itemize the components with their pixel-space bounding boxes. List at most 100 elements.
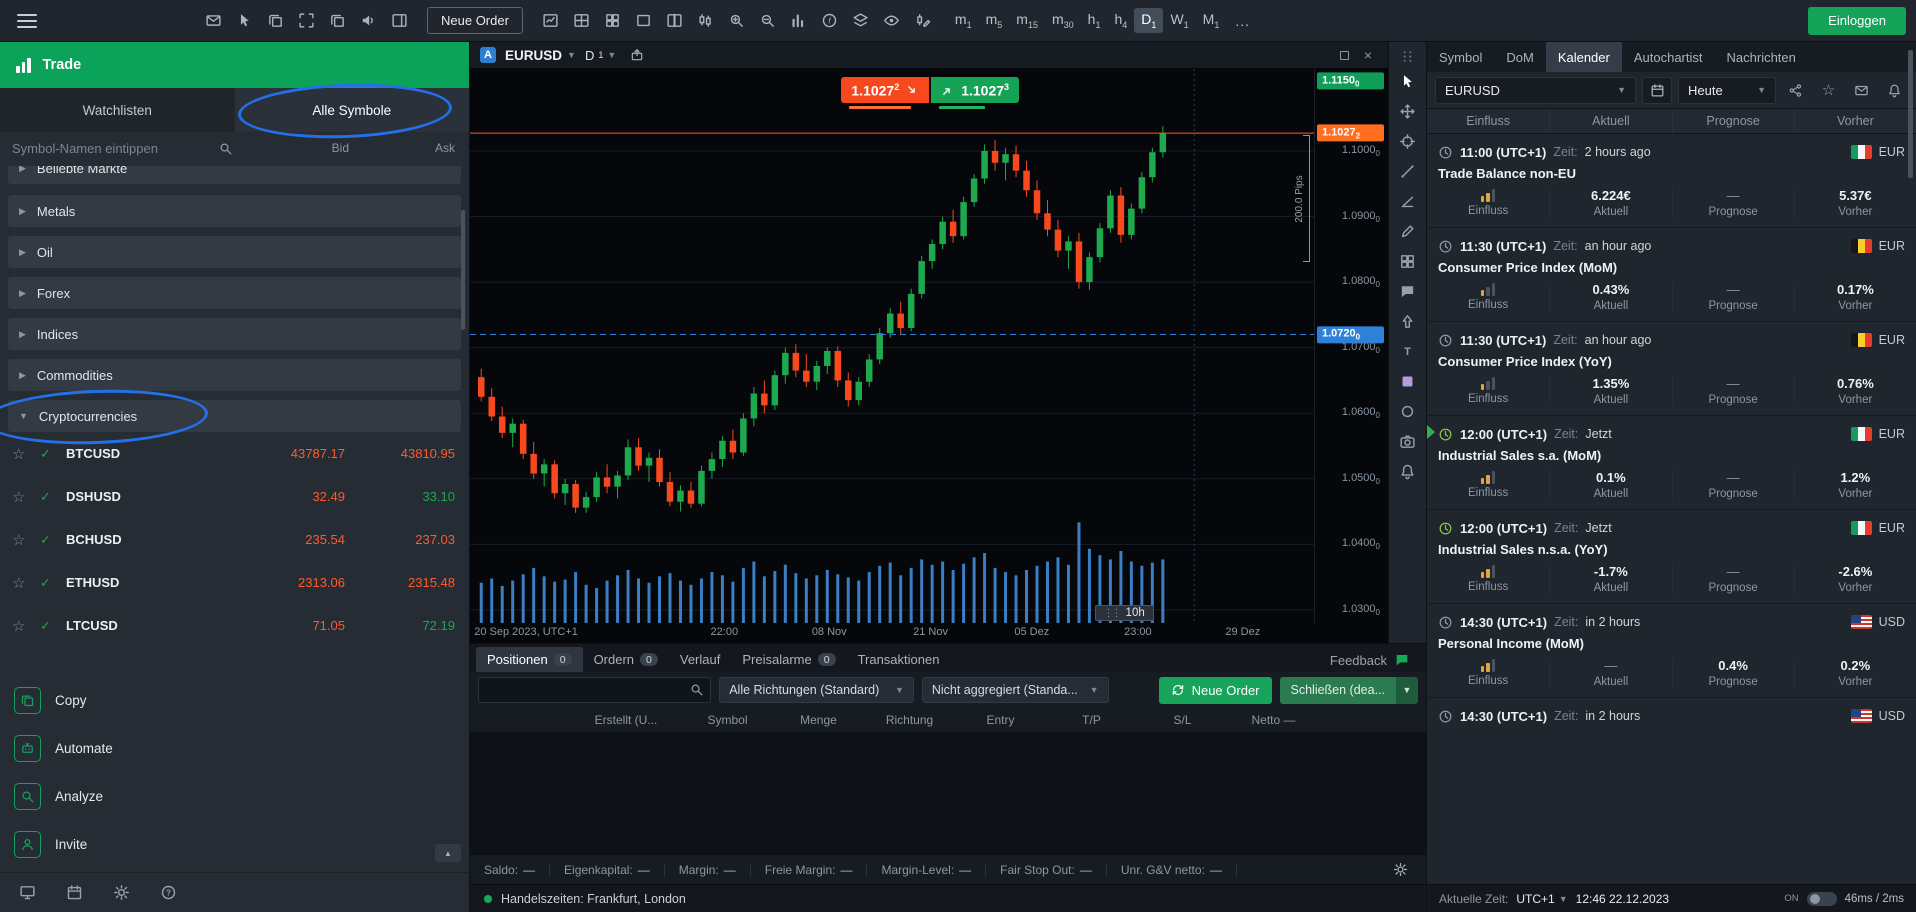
category-oil[interactable]: ▶ Oil <box>8 236 461 268</box>
tab-nachrichten[interactable]: Nachrichten <box>1715 42 1808 72</box>
symbol-row-btcusd[interactable]: ☆ ✓ BTCUSD 43787.17 43810.95 <box>0 432 469 475</box>
ask-price[interactable]: 43810.95 <box>355 446 455 461</box>
bid-price[interactable]: 32.49 <box>235 489 345 504</box>
timezone-select[interactable]: UTC+1▼ <box>1516 892 1567 906</box>
zoom-out-icon[interactable] <box>752 6 783 36</box>
split-view-icon[interactable] <box>659 6 690 36</box>
subscribe-mail-icon[interactable] <box>1848 77 1875 104</box>
tab-ordern[interactable]: Ordern0 <box>583 647 669 672</box>
tab-positionen[interactable]: Positionen0 <box>476 647 583 672</box>
sell-button[interactable]: 1.10272 <box>841 77 929 103</box>
close-chart-icon[interactable]: × <box>1358 47 1378 63</box>
symbol-search-input[interactable] <box>12 141 212 156</box>
tab-verlauf[interactable]: Verlauf <box>669 647 731 672</box>
ask-price[interactable]: 2315.48 <box>355 575 455 590</box>
calendar-event[interactable]: 14:30 (UTC+1) Zeit: in 2 hours USD <box>1427 698 1916 744</box>
price-axis[interactable]: 1.100001.090001.080001.070001.060001.050… <box>1314 69 1388 623</box>
feedback-button[interactable]: Feedback <box>1320 652 1420 672</box>
visibility-icon[interactable] <box>876 6 907 36</box>
alert-tool-icon[interactable] <box>1393 457 1423 486</box>
price-chart[interactable]: 1.10272 1.10273 200.0 Pips ⋮⋮10h <box>470 69 1314 623</box>
connection-toggle[interactable] <box>1807 892 1837 906</box>
tab-kalender[interactable]: Kalender <box>1546 42 1622 72</box>
move-tool-icon[interactable] <box>1393 97 1423 126</box>
export-chart-icon[interactable] <box>625 44 649 66</box>
time-axis[interactable]: 20 Sep 2023, UTC+122:0008 Nov21 Nov05 De… <box>470 623 1314 643</box>
timeframe-m30[interactable]: m30 <box>1045 8 1081 33</box>
category-indices[interactable]: ▶ Indices <box>8 318 461 350</box>
angle-tool-icon[interactable] <box>1393 187 1423 216</box>
favorite-star-icon[interactable]: ☆ <box>12 488 30 506</box>
alerts-bell-icon[interactable] <box>1881 77 1908 104</box>
single-view-icon[interactable] <box>628 6 659 36</box>
timeframe-D1[interactable]: D1 <box>1134 8 1163 33</box>
indicators-icon[interactable] <box>814 6 845 36</box>
target-tool-icon[interactable] <box>1393 127 1423 156</box>
zoom-in-icon[interactable] <box>721 6 752 36</box>
timeframe-W1[interactable]: W1 <box>1163 8 1195 33</box>
brush-tool-icon[interactable] <box>1393 217 1423 246</box>
calendar-event[interactable]: 11:30 (UTC+1) Zeit: an hour ago EUR Cons… <box>1427 322 1916 416</box>
copy-trading-icon[interactable] <box>12 878 43 908</box>
timeframe-M1[interactable]: M1 <box>1196 8 1227 33</box>
favorite-star-icon[interactable]: ☆ <box>12 445 30 463</box>
sidebar-action-copy[interactable]: Copy <box>0 676 469 724</box>
favorite-star-icon[interactable]: ☆ <box>12 531 30 549</box>
new-order-window-button[interactable]: Neue Order <box>427 7 523 34</box>
calendar-range-select[interactable]: Heute▼ <box>1678 77 1776 104</box>
aggregation-filter-select[interactable]: Nicht aggregiert (Standa...▼ <box>922 677 1109 703</box>
direction-filter-select[interactable]: Alle Richtungen (Standard)▼ <box>719 677 914 703</box>
timeframe-m15[interactable]: m15 <box>1009 8 1045 33</box>
text-tool-icon[interactable] <box>1393 337 1423 366</box>
sidebar-scrollbar[interactable] <box>459 210 467 712</box>
bid-price[interactable]: 2313.06 <box>235 575 345 590</box>
favorites-star-icon[interactable]: ☆ <box>1815 77 1842 104</box>
pattern-tool-icon[interactable] <box>1393 247 1423 276</box>
symbol-row-ltcusd[interactable]: ☆ ✓ LTCUSD 71.05 72.19 <box>0 604 469 647</box>
calendar-scrollbar[interactable] <box>1906 46 1914 908</box>
pointer-icon[interactable] <box>229 6 260 36</box>
calendar-event[interactable]: 11:00 (UTC+1) Zeit: 2 hours ago EUR Trad… <box>1427 134 1916 228</box>
edit-chart-icon[interactable] <box>907 6 938 36</box>
calendar-event[interactable]: 11:30 (UTC+1) Zeit: an hour ago EUR Cons… <box>1427 228 1916 322</box>
ask-price[interactable]: 72.19 <box>355 618 455 633</box>
new-chart-icon[interactable] <box>535 6 566 36</box>
copy-icon[interactable] <box>260 6 291 36</box>
tab-symbol[interactable]: Symbol <box>1427 42 1494 72</box>
tab-dom[interactable]: DoM <box>1494 42 1545 72</box>
close-positions-dropdown[interactable]: Schließen (dea... ▼ <box>1280 677 1419 704</box>
calendar-event[interactable]: 12:00 (UTC+1) Zeit: Jetzt EUR Industrial… <box>1427 510 1916 604</box>
news-calendar-icon[interactable] <box>59 878 90 908</box>
volume-icon[interactable] <box>783 6 814 36</box>
frame-icon[interactable] <box>291 6 322 36</box>
comment-tool-icon[interactable] <box>1393 277 1423 306</box>
detach-window-icon[interactable] <box>1340 51 1349 60</box>
layout-icon[interactable] <box>566 6 597 36</box>
tab-transaktionen[interactable]: Transaktionen <box>847 647 951 672</box>
drag-handle-icon[interactable] <box>1393 46 1423 66</box>
swatch-tool-icon[interactable] <box>1393 367 1423 396</box>
symbol-row-bchusd[interactable]: ☆ ✓ BCHUSD 235.54 237.03 <box>0 518 469 561</box>
screenshot-tool-icon[interactable] <box>1393 427 1423 456</box>
ellipse-tool-icon[interactable] <box>1393 397 1423 426</box>
candle-style-icon[interactable] <box>690 6 721 36</box>
sidebar-action-automate[interactable]: Automate <box>0 724 469 772</box>
favorite-star-icon[interactable]: ☆ <box>12 574 30 592</box>
help-icon[interactable] <box>153 878 184 908</box>
buy-button[interactable]: 1.10273 <box>931 77 1019 103</box>
positions-search-input[interactable] <box>478 677 711 703</box>
collapse-up-button[interactable]: ▲ <box>435 844 461 862</box>
tab-preisalarme[interactable]: Preisalarme0 <box>731 647 846 672</box>
cursor-tool-icon[interactable] <box>1393 67 1423 96</box>
ask-price[interactable]: 33.10 <box>355 489 455 504</box>
tab-alle-symbole[interactable]: Alle Symbole <box>235 88 470 132</box>
category-forex[interactable]: ▶ Forex <box>8 277 461 309</box>
calendar-symbol-select[interactable]: EURUSD▼ <box>1435 77 1636 104</box>
category-commodities[interactable]: ▶ Commodities <box>8 359 461 391</box>
grid-view-icon[interactable] <box>597 6 628 36</box>
panel-icon[interactable] <box>384 6 415 36</box>
timeframe-h4[interactable]: h4 <box>1107 8 1134 33</box>
more-timeframes-icon[interactable]: ... <box>1228 10 1257 32</box>
tab-watchlisten[interactable]: Watchlisten <box>0 88 235 132</box>
favorite-star-icon[interactable]: ☆ <box>12 617 30 635</box>
